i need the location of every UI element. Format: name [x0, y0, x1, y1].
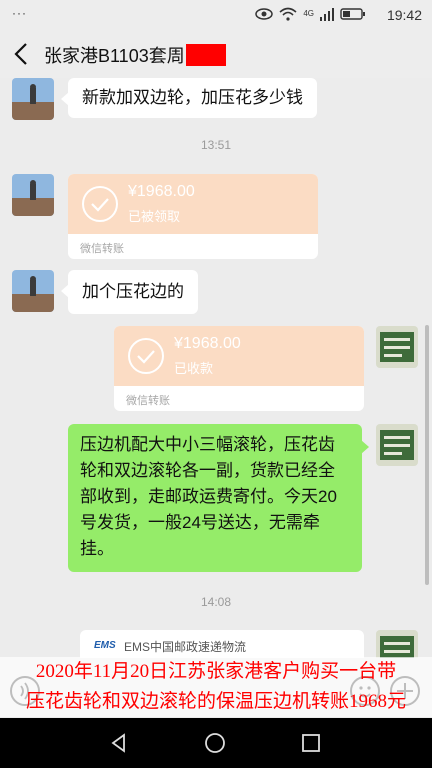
clock: 19:42	[386, 7, 422, 23]
timestamp: 14:08	[200, 595, 232, 609]
self-avatar[interactable]	[376, 326, 418, 368]
caption-line-2: 压花齿轮和双边滚轮的保温压边机转账1968元	[25, 691, 406, 712]
chat-header: 张家港B1103套周	[0, 30, 432, 78]
check-circle-icon	[128, 338, 164, 374]
check-circle-icon	[82, 186, 118, 222]
ems-logo: EMS	[94, 640, 116, 651]
battery-icon	[340, 8, 365, 20]
message-bubble[interactable]: 新款加双边轮，加压花多少钱	[61, 78, 317, 118]
caption-overlay: 2020年11月20日江苏张家港客户购买一台带 压花齿轮和双边滚轮的保温压边机转…	[0, 657, 432, 717]
system-navigation-bar	[0, 718, 432, 768]
message-text: 压边机配大中小三幅滚轮，压花齿轮和双边滚轮各一副，货款已经全部收到，走邮政运费寄…	[80, 435, 337, 558]
network-type: 4G	[303, 9, 314, 18]
message-text: 加个压花边的	[82, 282, 184, 301]
transfer-status: 已收款	[174, 361, 214, 376]
chat-title: 张家港B1103套周	[44, 46, 185, 66]
chat-area[interactable]: 新款加双边轮，加压花多少钱 13:51 ¥1968.00 已被领取 微信转账 加…	[0, 78, 432, 658]
wifi-icon	[279, 7, 297, 21]
transfer-status: 已被领取	[128, 209, 181, 224]
transfer-footer: 微信转账	[126, 395, 170, 407]
notification-dots: ···	[12, 6, 27, 20]
contact-avatar[interactable]	[12, 270, 54, 312]
transfer-card-received[interactable]: ¥1968.00 已被领取 微信转账	[68, 174, 318, 259]
back-arrow-icon[interactable]	[10, 40, 34, 68]
message-bubble-own[interactable]: 压边机配大中小三幅滚轮，压花齿轮和双边滚轮各一副，货款已经全部收到，走邮政运费寄…	[68, 424, 369, 572]
ems-name: EMS中国邮政速递物流	[124, 640, 247, 654]
eye-icon	[255, 8, 274, 20]
recents-square-icon[interactable]	[300, 732, 322, 754]
signal-icon	[320, 8, 334, 21]
back-triangle-icon[interactable]	[108, 732, 130, 754]
transfer-card-collected[interactable]: ¥1968.00 已收款 微信转账	[114, 326, 364, 411]
caption-line-1: 2020年11月20日江苏张家港客户购买一台带	[35, 661, 397, 682]
contact-avatar[interactable]	[12, 78, 54, 120]
status-icons: 4G	[255, 7, 366, 21]
home-circle-icon[interactable]	[204, 732, 226, 754]
self-avatar[interactable]	[376, 424, 418, 466]
timestamp: 13:51	[200, 138, 232, 152]
status-bar: ··· 4G 19:42	[0, 0, 432, 30]
message-text: 新款加双边轮，加压花多少钱	[82, 88, 303, 107]
redaction-box	[186, 44, 226, 66]
ems-link-card[interactable]: EMS EMS中国邮政速递物流	[80, 630, 364, 658]
contact-avatar[interactable]	[12, 174, 54, 216]
scrollbar[interactable]	[425, 325, 429, 585]
self-avatar[interactable]	[376, 630, 418, 658]
transfer-footer: 微信转账	[80, 243, 124, 255]
message-bubble[interactable]: 加个压花边的	[61, 270, 198, 314]
transfer-amount: ¥1968.00	[174, 335, 241, 352]
transfer-amount: ¥1968.00	[128, 183, 195, 200]
